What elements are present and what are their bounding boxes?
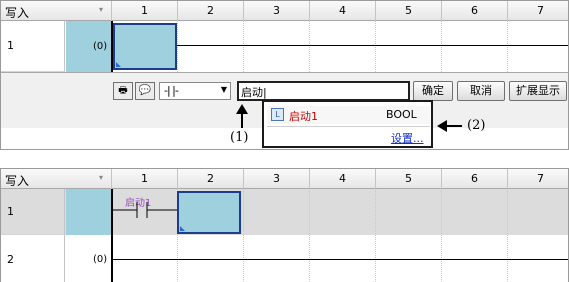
column-header-3[interactable]: 3 [243, 1, 309, 21]
column-header-7[interactable]: 7 [507, 1, 569, 21]
callout-2-arrow [446, 125, 462, 127]
column-header-6[interactable]: 6 [441, 169, 507, 189]
grid-line [375, 189, 376, 282]
mode-dropdown-icon[interactable]: ▾ [99, 173, 103, 182]
step-number: (0) [93, 41, 108, 52]
column-header-1[interactable]: 1 [111, 169, 177, 189]
column-header-7[interactable]: 7 [507, 169, 569, 189]
mode-label: 写入 [5, 174, 30, 188]
step-number: (0) [93, 254, 108, 265]
column-header-5[interactable]: 5 [375, 169, 441, 189]
edit-cursor[interactable] [113, 23, 177, 70]
settings-link[interactable]: 设置... [391, 130, 424, 146]
edit-cursor[interactable] [177, 191, 241, 234]
column-header-3[interactable]: 3 [243, 169, 309, 189]
row-number: 2 [7, 253, 14, 266]
grid-line [507, 21, 508, 72]
expand-display-button[interactable]: 扩展显示 [509, 81, 567, 101]
chevron-down-icon[interactable]: ▼ [221, 85, 227, 94]
confirm-button[interactable]: 确定 [413, 81, 453, 101]
ladder-editor-bottom: 写入 ▾ 1 2 3 4 5 6 7 1 启动1 2 (0) [0, 168, 569, 282]
grid-line [243, 21, 244, 72]
row-number: 1 [7, 39, 14, 52]
grid-line [507, 189, 508, 282]
grid-line [441, 21, 442, 72]
print-icon[interactable]: 🖶 [113, 82, 133, 100]
column-header-2[interactable]: 2 [177, 169, 243, 189]
divider [267, 126, 430, 127]
cancel-button[interactable]: 取消 [457, 81, 505, 101]
mode-dropdown-icon[interactable]: ▾ [99, 5, 103, 14]
suggestion-type: BOOL [386, 108, 417, 121]
row-label-2[interactable]: 2 [1, 235, 65, 282]
column-header-4[interactable]: 4 [309, 169, 375, 189]
suggestion-item[interactable]: L 启动1 BOOL [267, 106, 430, 124]
grid-line [375, 21, 376, 72]
row-label-1[interactable]: 1 [1, 21, 65, 72]
column-header: 写入 ▾ 1 2 3 4 5 6 7 [1, 1, 568, 21]
comment-icon[interactable]: 💬 [135, 82, 155, 100]
column-header-1[interactable]: 1 [111, 1, 177, 21]
callout-1: (1) [230, 130, 249, 145]
step-cell[interactable] [66, 189, 111, 235]
label-icon: L [271, 108, 284, 121]
column-header-4[interactable]: 4 [309, 1, 375, 21]
command-input[interactable]: 启动| [237, 81, 410, 101]
callout-1-arrow [241, 112, 243, 128]
mode-label: 写入 [5, 6, 30, 20]
grid-line [177, 21, 178, 72]
callout-2: (2) [467, 118, 486, 133]
device-suggestion-list: L 启动1 BOOL 设置... [262, 100, 433, 148]
column-header-5[interactable]: 5 [375, 1, 441, 21]
grid-line [309, 189, 310, 282]
row-label-1[interactable]: 1 [1, 189, 65, 235]
column-header: 写入 ▾ 1 2 3 4 5 6 7 [1, 169, 568, 189]
ladder-wire [177, 45, 568, 46]
normally-open-contact-icon[interactable] [113, 201, 177, 219]
suggestion-name: 启动1 [289, 110, 318, 123]
grid-line [441, 189, 442, 282]
command-input-value: 启动| [241, 86, 267, 99]
symbol-selector[interactable]: -| |- ▼ [159, 82, 231, 100]
ladder-wire [113, 259, 568, 260]
column-header-6[interactable]: 6 [441, 1, 507, 21]
grid-line [309, 21, 310, 72]
grid-line [243, 189, 244, 282]
row-number: 1 [7, 205, 14, 218]
column-header-2[interactable]: 2 [177, 1, 243, 21]
symbol-selector-value: -| |- [164, 84, 179, 97]
